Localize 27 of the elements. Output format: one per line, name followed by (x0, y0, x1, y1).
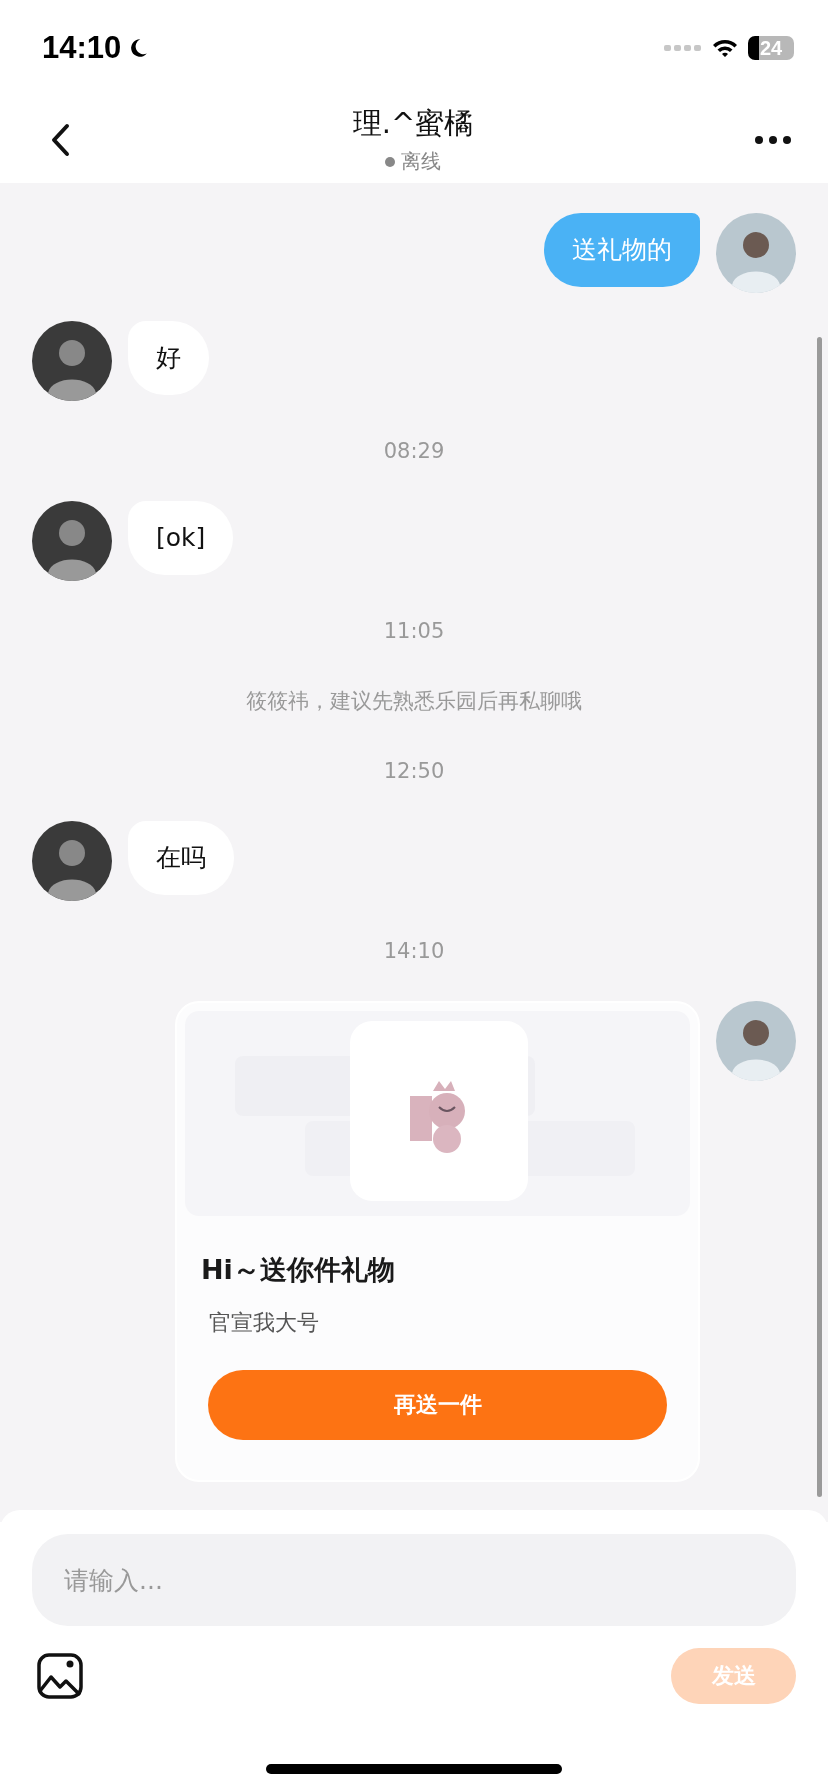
battery-icon: 24 (748, 36, 794, 60)
gift-message: 官宣我大号 (209, 1309, 320, 1337)
timestamp: 08:29 (382, 438, 446, 465)
avatar[interactable] (32, 501, 112, 581)
message-bubble: [ok] (128, 501, 234, 575)
more-icon[interactable] (754, 134, 792, 145)
wifi-icon (712, 38, 738, 58)
message-input[interactable]: 请输入... (32, 1534, 796, 1626)
timestamp: 12:50 (382, 758, 446, 785)
avatar[interactable] (32, 821, 112, 901)
avatar[interactable] (716, 213, 796, 293)
back-icon[interactable] (50, 122, 72, 157)
message-bubble: 送礼物的 (544, 213, 700, 287)
system-notice: 筱筱祎，建议先熟悉乐园后再私聊哦 (245, 688, 583, 715)
gift-title: Hi～送你件礼物 (201, 1253, 396, 1287)
avatar[interactable] (32, 321, 112, 401)
send-again-button[interactable]: 再送一件 (208, 1370, 667, 1440)
signal-icon (664, 44, 702, 52)
message-bubble: 在吗 (128, 821, 234, 895)
timestamp: 11:05 (382, 618, 446, 645)
contact-name: 理.^蜜橘 (352, 105, 474, 142)
message-bubble: 好 (128, 321, 209, 395)
status-time: 14:10 (42, 30, 122, 66)
status-text: 离线 (401, 148, 441, 175)
timestamp: 14:10 (382, 938, 446, 965)
image-icon[interactable] (37, 1653, 83, 1699)
avatar[interactable] (716, 1001, 796, 1081)
